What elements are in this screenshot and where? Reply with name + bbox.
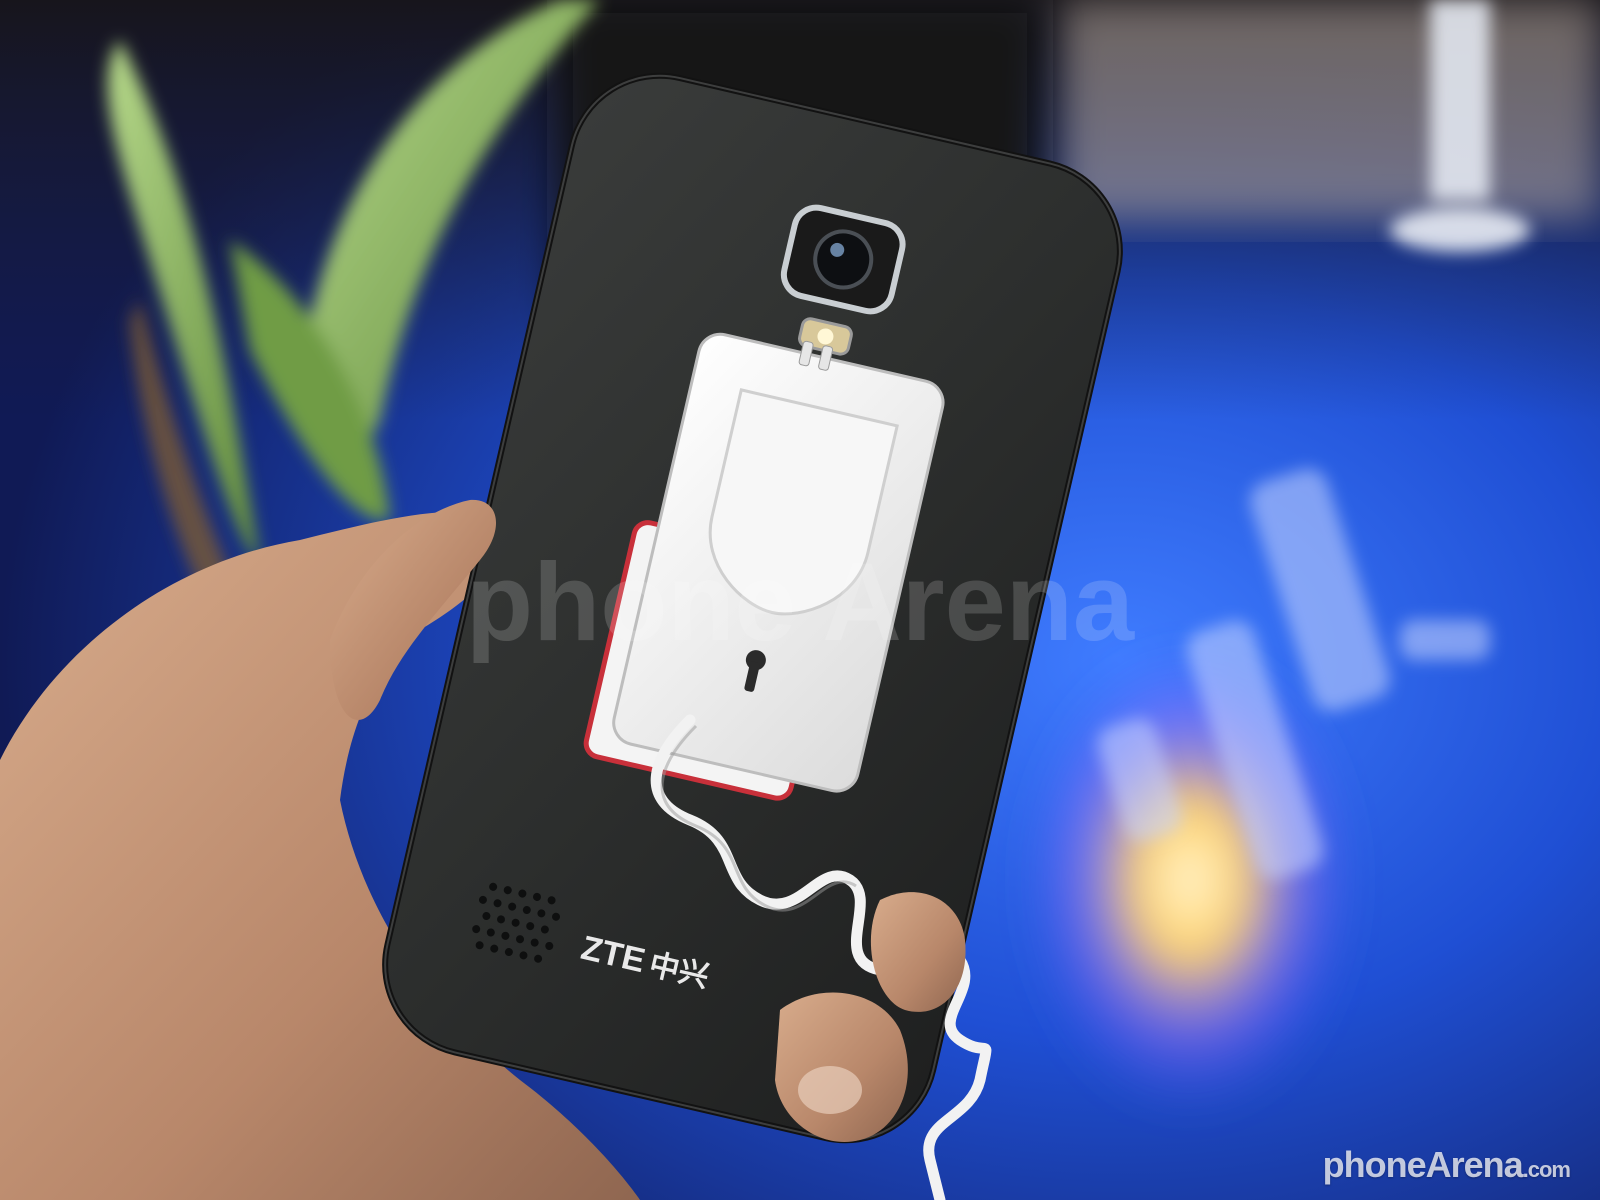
- hand-index-finger: [775, 992, 908, 1142]
- watermark-center: phone Arena: [466, 541, 1135, 664]
- background-light-glow: [1020, 640, 1360, 1120]
- photo-scene: ZTE 中兴 phone Arena: [0, 0, 1600, 1200]
- watermark-corner-main: phoneArena: [1322, 1144, 1524, 1185]
- watermark-corner: phoneArena.com: [1322, 1144, 1571, 1186]
- background-beige-panel: [1060, 0, 1600, 220]
- watermark-corner-domain: .com: [1522, 1157, 1571, 1182]
